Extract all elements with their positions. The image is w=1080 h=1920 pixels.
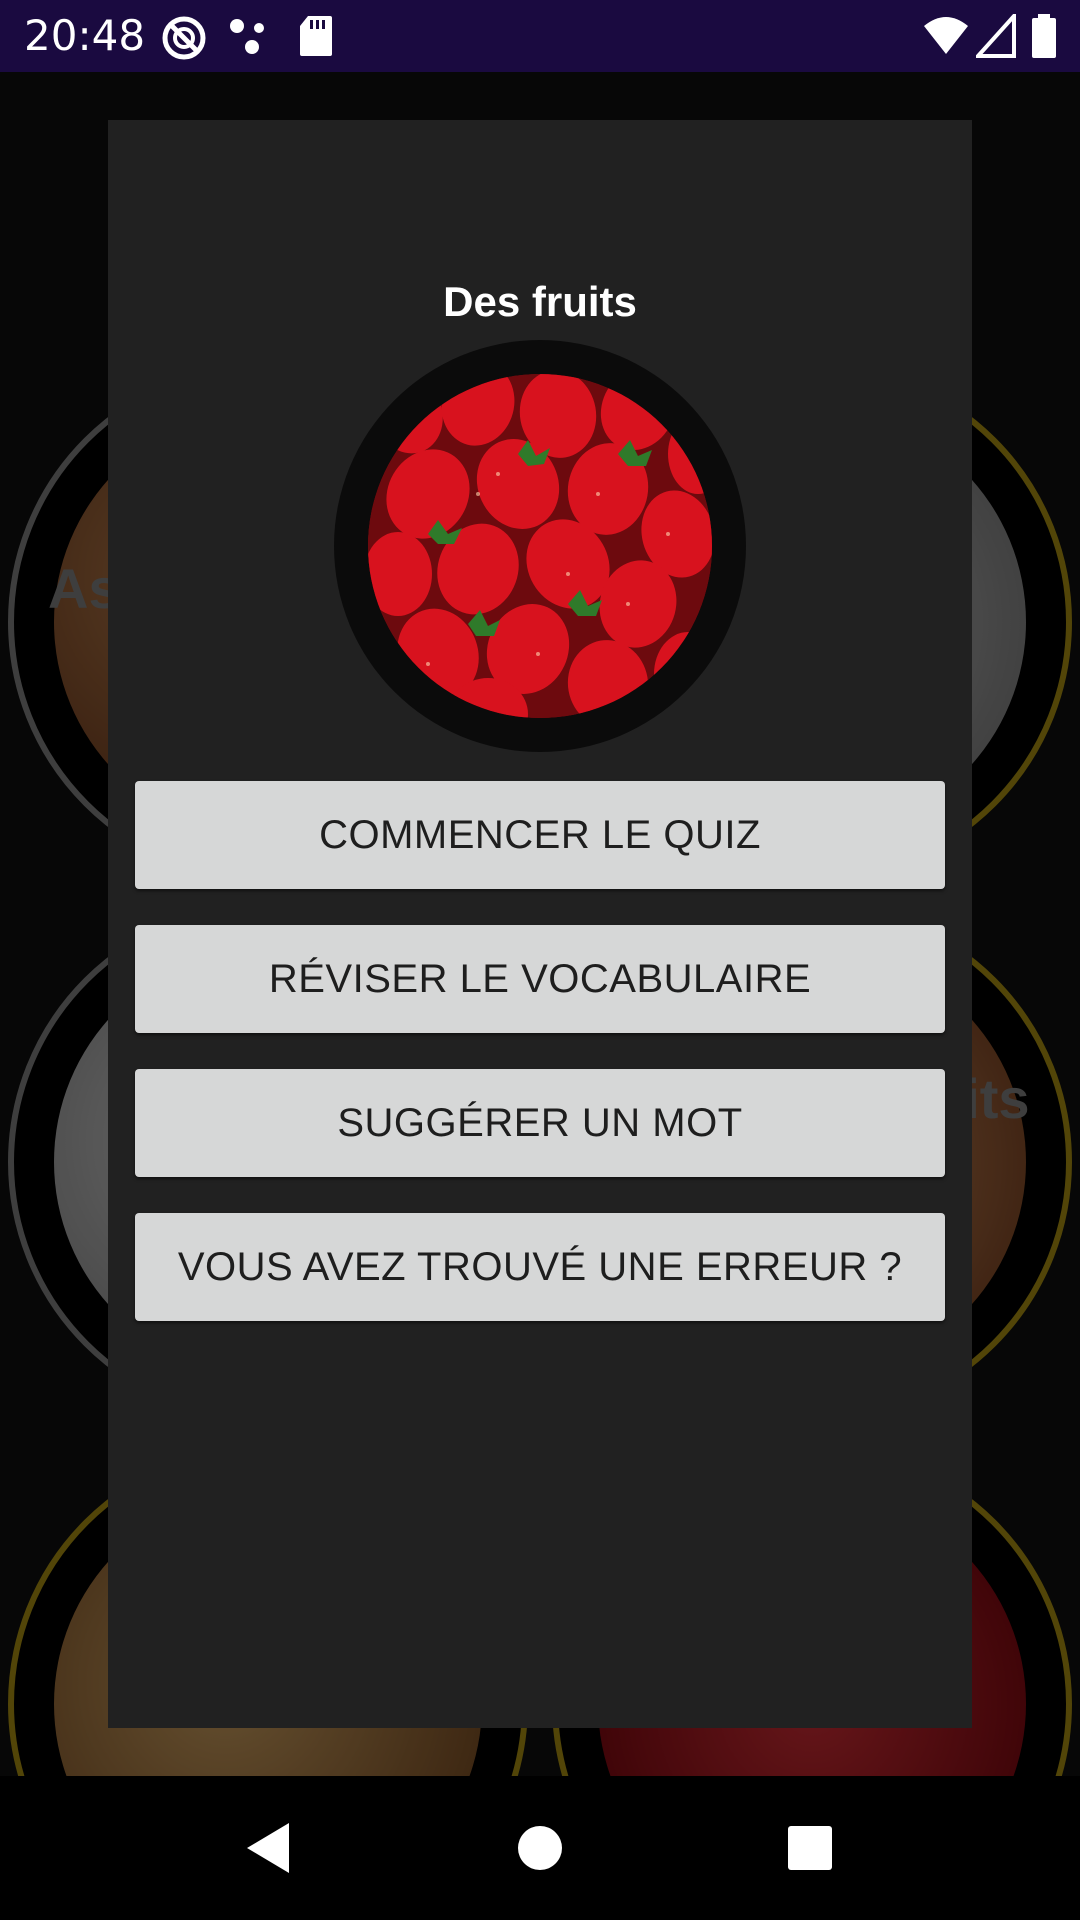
- status-bar: 20:48: [0, 0, 1080, 72]
- suggest-word-button[interactable]: SUGGÉRER UN MOT: [135, 1069, 945, 1177]
- dots-icon: [230, 19, 264, 54]
- recents-button[interactable]: [750, 1776, 870, 1920]
- topic-dialog: Des fruits COMMENCER LE QUIZ RÉVISER LE …: [108, 120, 972, 1728]
- home-icon: [518, 1826, 562, 1870]
- status-time: 20:48: [24, 11, 146, 60]
- strawberries-image: [368, 374, 712, 718]
- report-error-button[interactable]: VOUS AVEZ TROUVÉ UNE ERREUR ?: [135, 1213, 945, 1321]
- recents-icon: [788, 1826, 832, 1870]
- back-icon: [247, 1823, 289, 1873]
- signal-icon: [976, 14, 1016, 58]
- wifi-icon: [924, 17, 968, 54]
- sd-card-icon: [300, 16, 332, 56]
- start-quiz-button[interactable]: COMMENCER LE QUIZ: [135, 781, 945, 889]
- back-button[interactable]: [208, 1776, 328, 1920]
- battery-icon: [1032, 14, 1056, 58]
- navigation-bar: [0, 1776, 1080, 1920]
- topic-image-frame: [334, 340, 746, 752]
- review-vocabulary-button[interactable]: RÉVISER LE VOCABULAIRE: [135, 925, 945, 1033]
- do-not-disturb-icon: [162, 16, 206, 60]
- dialog-title: Des fruits: [443, 278, 637, 325]
- home-button[interactable]: [480, 1776, 600, 1920]
- strawberries-icon: [368, 374, 712, 718]
